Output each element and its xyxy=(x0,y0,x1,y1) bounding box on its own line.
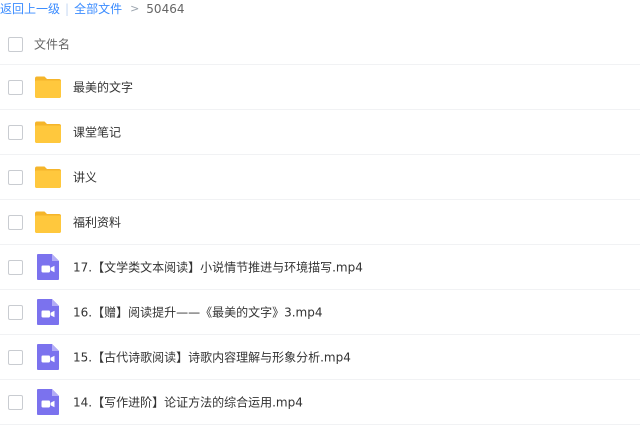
row-checkbox[interactable] xyxy=(8,260,23,275)
current-folder: 50464 xyxy=(146,2,185,16)
file-row[interactable]: 16.【赠】阅读提升——《最美的文字》3.mp4 xyxy=(0,290,640,335)
file-row[interactable]: 15.【古代诗歌阅读】诗歌内容理解与形象分析.mp4 xyxy=(0,335,640,380)
file-name[interactable]: 最美的文字 xyxy=(73,79,133,96)
folder-icon xyxy=(34,120,62,144)
file-row[interactable]: 14.【写作进阶】论证方法的综合运用.mp4 xyxy=(0,380,640,425)
file-name[interactable]: 14.【写作进阶】论证方法的综合运用.mp4 xyxy=(73,394,303,411)
file-name[interactable]: 16.【赠】阅读提升——《最美的文字》3.mp4 xyxy=(73,304,322,321)
file-row[interactable]: 福利资料 xyxy=(0,200,640,245)
row-checkbox[interactable] xyxy=(8,125,23,140)
breadcrumb-separator: | xyxy=(65,2,70,16)
file-name[interactable]: 15.【古代诗歌阅读】诗歌内容理解与形象分析.mp4 xyxy=(73,349,351,366)
row-checkbox[interactable] xyxy=(8,305,23,320)
file-name[interactable]: 讲义 xyxy=(73,169,97,186)
video-file-icon xyxy=(36,343,60,371)
video-file-icon xyxy=(36,298,60,326)
select-all-checkbox[interactable] xyxy=(8,36,23,52)
folder-icon xyxy=(34,210,62,234)
folder-icon xyxy=(34,75,62,99)
row-checkbox[interactable] xyxy=(8,350,23,365)
file-row[interactable]: 课堂笔记 xyxy=(0,110,640,155)
back-link[interactable]: 返回上一级 xyxy=(0,0,60,18)
file-list: 文件名 最美的文字 课堂笔记 讲义 福利资料 17.【文学类文本阅读】小说情节推… xyxy=(0,23,640,425)
file-row[interactable]: 最美的文字 xyxy=(0,65,640,110)
file-name[interactable]: 17.【文学类文本阅读】小说情节推进与环境描写.mp4 xyxy=(73,259,363,276)
row-checkbox[interactable] xyxy=(8,215,23,230)
list-header: 文件名 xyxy=(0,23,640,65)
video-file-icon xyxy=(36,388,60,416)
breadcrumb-arrow: > xyxy=(130,2,140,15)
file-row[interactable]: 17.【文学类文本阅读】小说情节推进与环境描写.mp4 xyxy=(0,245,640,290)
video-file-icon xyxy=(36,253,60,281)
all-files-link[interactable]: 全部文件 xyxy=(74,0,122,18)
file-row[interactable]: 讲义 xyxy=(0,155,640,200)
row-checkbox[interactable] xyxy=(8,395,23,410)
file-name[interactable]: 课堂笔记 xyxy=(73,124,121,141)
row-checkbox[interactable] xyxy=(8,170,23,185)
folder-icon xyxy=(34,165,62,189)
row-checkbox[interactable] xyxy=(8,80,23,95)
filename-column-header[interactable]: 文件名 xyxy=(34,35,70,52)
file-name[interactable]: 福利资料 xyxy=(73,214,121,231)
breadcrumb: 返回上一级 | 全部文件 > 50464 xyxy=(0,0,184,18)
